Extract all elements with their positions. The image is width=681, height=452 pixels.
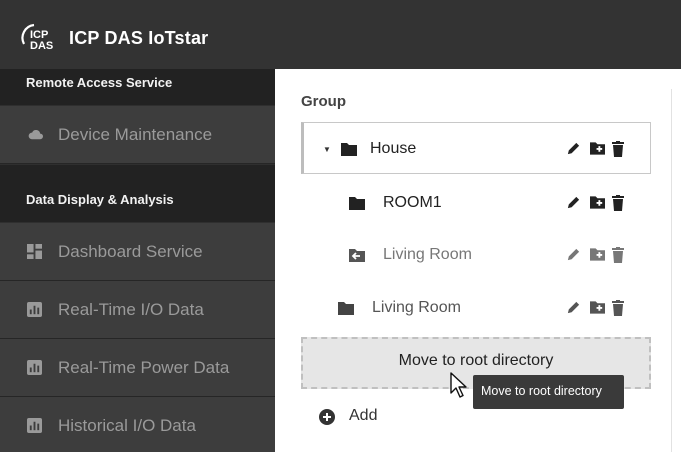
add-folder-icon[interactable] bbox=[590, 141, 605, 155]
tooltip: Move to root directory bbox=[473, 375, 624, 409]
trash-icon[interactable] bbox=[612, 195, 624, 211]
folder-icon bbox=[349, 197, 365, 210]
tree-node-room1[interactable]: ROOM1 bbox=[301, 177, 651, 229]
sidebar: Remote Access Service Device Maintenance… bbox=[0, 69, 275, 452]
trash-icon[interactable] bbox=[612, 141, 624, 157]
add-folder-icon[interactable] bbox=[590, 247, 605, 261]
add-label: Add bbox=[349, 407, 378, 424]
chart-icon bbox=[27, 360, 42, 375]
node-actions bbox=[566, 247, 636, 263]
cloud-icon bbox=[28, 130, 43, 140]
edit-icon[interactable] bbox=[566, 195, 581, 210]
folder-icon bbox=[341, 143, 357, 156]
tree-node-label: Living Room bbox=[383, 246, 472, 263]
sidebar-item-label: Real-Time Power Data bbox=[58, 358, 230, 377]
sidebar-item-realtime-power[interactable]: Real-Time Power Data bbox=[0, 339, 275, 397]
node-actions bbox=[566, 195, 636, 211]
top-bar: ICP DAS ICP DAS IoTstar bbox=[0, 0, 681, 69]
chart-icon bbox=[27, 302, 42, 317]
node-actions bbox=[566, 300, 636, 316]
sidebar-item-label: Real-Time I/O Data bbox=[58, 300, 204, 319]
sidebar-item-dashboard-service[interactable]: Dashboard Service bbox=[0, 223, 275, 281]
tree-node-label: House bbox=[370, 140, 417, 157]
tree-node-living-room[interactable]: Living Room bbox=[301, 282, 651, 334]
sidebar-item-label: Dashboard Service bbox=[58, 242, 203, 261]
tree-node-house[interactable]: ▼ House bbox=[301, 122, 651, 174]
plus-circle-icon bbox=[319, 409, 335, 425]
add-folder-icon[interactable] bbox=[590, 300, 605, 314]
folder-move-icon bbox=[349, 249, 365, 262]
sidebar-item-label: Historical I/O Data bbox=[58, 416, 196, 435]
edit-icon[interactable] bbox=[566, 300, 581, 315]
sidebar-item-historical-io[interactable]: Historical I/O Data bbox=[0, 397, 275, 452]
sidebar-item-device-maintenance[interactable]: Device Maintenance bbox=[0, 106, 275, 164]
section-header-data-display: Data Display & Analysis bbox=[0, 165, 275, 222]
edit-icon[interactable] bbox=[566, 141, 581, 156]
app-title: ICP DAS IoTstar bbox=[69, 28, 209, 48]
tree-node-label: ROOM1 bbox=[383, 194, 442, 211]
edit-icon[interactable] bbox=[566, 247, 581, 262]
panel-divider bbox=[671, 89, 672, 452]
mouse-cursor-icon bbox=[450, 372, 467, 398]
group-panel: Group ▼ House ROOM1 Living Room Living R… bbox=[275, 69, 681, 452]
tree-node-label: Living Room bbox=[372, 299, 461, 316]
trash-icon[interactable] bbox=[612, 247, 624, 263]
folder-icon bbox=[338, 302, 354, 315]
svg-text:DAS: DAS bbox=[30, 40, 53, 52]
icp-das-logo: ICP DAS bbox=[21, 23, 53, 52]
caret-down-icon[interactable]: ▼ bbox=[323, 145, 331, 154]
section-header-remote-access: Remote Access Service bbox=[0, 69, 275, 105]
add-folder-icon[interactable] bbox=[590, 195, 605, 209]
sidebar-item-label: Device Maintenance bbox=[58, 125, 213, 144]
panel-title: Group bbox=[301, 93, 346, 110]
chart-icon bbox=[27, 418, 42, 433]
sidebar-item-realtime-io[interactable]: Real-Time I/O Data bbox=[0, 281, 275, 339]
node-actions bbox=[566, 141, 636, 157]
dashboard-icon bbox=[27, 244, 42, 259]
tree-node-living-room-dragging[interactable]: Living Room bbox=[301, 229, 651, 281]
trash-icon[interactable] bbox=[612, 300, 624, 316]
